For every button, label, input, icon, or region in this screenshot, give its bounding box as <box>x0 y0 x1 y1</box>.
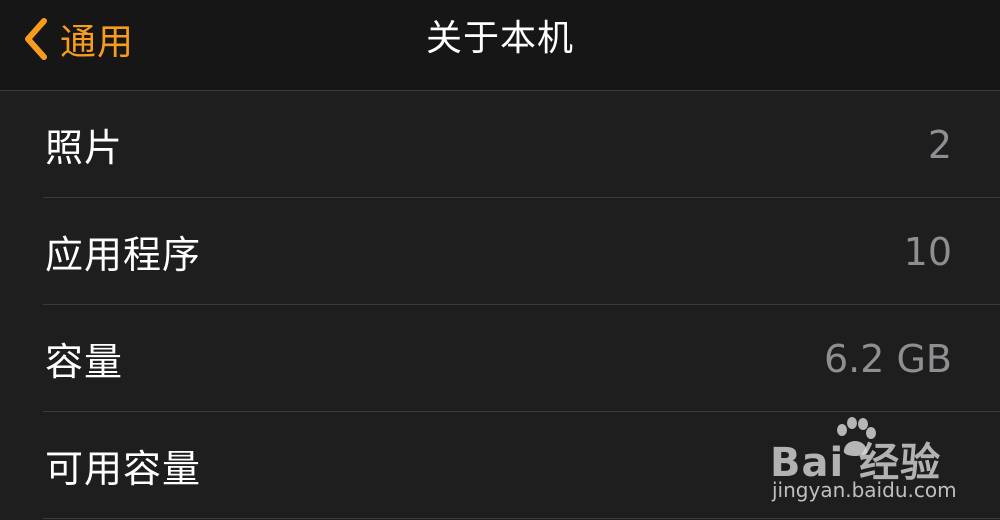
list-item-label: 容量 <box>45 340 124 384</box>
list-item-label: 可用容量 <box>45 447 202 491</box>
page-title: 关于本机 <box>425 18 574 59</box>
list-item-capacity: 容量 6.2 GB <box>0 305 1000 412</box>
list-item-value: 6.2 GB <box>823 336 952 381</box>
about-list: 照片 2 应用程序 10 容量 6.2 GB 可用容量 <box>0 91 1000 519</box>
navigation-bar: 通用 关于本机 <box>0 0 1000 91</box>
list-item-photos: 照片 2 <box>0 91 1000 198</box>
list-item-label: 照片 <box>45 126 124 170</box>
list-item-value: 10 <box>903 229 952 274</box>
list-item-label: 应用程序 <box>45 233 202 277</box>
list-item-value: 2 <box>927 122 952 167</box>
list-item-applications: 应用程序 10 <box>0 198 1000 305</box>
list-item-available-capacity: 可用容量 <box>0 412 1000 519</box>
